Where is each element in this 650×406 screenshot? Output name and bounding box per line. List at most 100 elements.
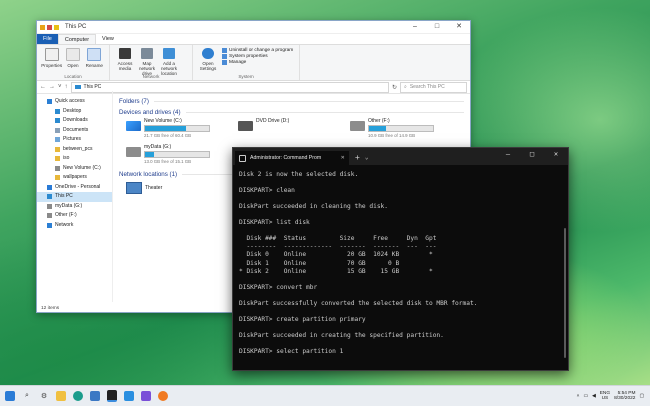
nav-item-label: between_pcs [63, 145, 93, 152]
properties-button[interactable]: Properties [41, 48, 62, 68]
notifications-icon[interactable]: ▢ [639, 394, 644, 399]
section-folders[interactable]: Folders (7) [119, 96, 464, 107]
file-explorer-icon[interactable] [56, 391, 66, 401]
clock[interactable]: 5:54 PM 8/30/2022 [614, 391, 635, 402]
download-icon [55, 118, 60, 124]
windows-start-icon[interactable] [5, 391, 15, 401]
folder-icon [40, 24, 45, 30]
terminal-line: DISKPART> list disk [239, 219, 310, 227]
edge-icon[interactable] [73, 391, 83, 401]
nav-item[interactable]: wallpapers [37, 173, 112, 183]
drive-name: myData (G:) [144, 144, 172, 150]
nav-item[interactable]: This PC [37, 192, 112, 202]
map-network-drive-button[interactable]: Map network drive [136, 48, 158, 76]
chevron-down-icon[interactable]: ˅ [58, 84, 62, 90]
terminal-line: Disk 0 Online 20 GB 1024 KB * [239, 251, 433, 259]
terminal-tab[interactable]: Administrator: Command Prom ✕ [235, 151, 349, 165]
pc-icon [74, 85, 81, 89]
uninstall-program-button[interactable]: Uninstall or change a program [222, 48, 293, 53]
nav-item-label: Pictures [63, 136, 82, 142]
media-device-icon [126, 182, 142, 194]
access-media-button[interactable]: Access media [114, 48, 136, 71]
firefox-icon[interactable] [158, 391, 168, 401]
terminal-icon[interactable] [107, 390, 117, 402]
drive-item[interactable]: New Volume (C:) 21.7 GB free of 60.4 GB [126, 118, 226, 140]
open-settings-button[interactable]: Open Settings [197, 48, 219, 71]
new-tab-button[interactable]: + [355, 153, 360, 162]
drive-item[interactable]: Other (F:) 10.9 GB free of 14.9 GB [350, 118, 450, 140]
open-button[interactable]: Open [62, 48, 83, 68]
new-folder-icon[interactable] [54, 24, 59, 30]
terminal-line: Disk 2 is now the selected disk. [239, 171, 359, 178]
nav-item[interactable]: Quick access [37, 97, 112, 107]
nav-item-label: Documents [63, 126, 89, 133]
folder-icon [55, 146, 60, 152]
terminal-line: DISKPART> create partition primary [239, 315, 366, 323]
properties-icon[interactable] [47, 24, 52, 30]
terminal-window: Administrator: Command Prom ✕ + ⌄ – □ ✕ … [232, 147, 569, 371]
picture-icon [55, 137, 60, 143]
language-indicator[interactable]: ENG US [600, 391, 610, 402]
app-icon[interactable] [141, 391, 151, 401]
nav-item[interactable]: Network [37, 221, 112, 231]
gear-icon [202, 48, 214, 59]
drive-item[interactable]: DVD Drive (D:) [238, 118, 338, 140]
up-icon[interactable]: ↑ [65, 84, 68, 90]
rename-button[interactable]: Rename [84, 48, 105, 68]
add-network-location-button[interactable]: Add a network location [158, 48, 180, 76]
terminal-line: DISKPART> convert mbr [239, 283, 318, 291]
refresh-icon[interactable]: ↻ [392, 84, 397, 91]
nav-item[interactable]: Documents [37, 126, 112, 136]
nav-item[interactable]: Downloads [37, 116, 112, 126]
search-icon[interactable]: ⌕ [22, 391, 32, 401]
network-drive-icon [141, 48, 153, 59]
network-icon [47, 222, 52, 228]
scrollbar[interactable] [564, 228, 566, 358]
nav-item[interactable]: New Volume (C:) [37, 164, 112, 174]
close-tab-icon[interactable]: ✕ [341, 155, 345, 161]
forward-icon[interactable]: → [49, 84, 55, 90]
nav-item[interactable]: Pictures [37, 135, 112, 145]
nav-item[interactable]: between_pcs [37, 145, 112, 155]
system-properties-button[interactable]: System properties [222, 54, 293, 59]
nav-item-label: iso [63, 155, 70, 161]
rename-icon [87, 48, 102, 61]
nav-item[interactable]: iso [37, 154, 112, 164]
manage-icon [222, 60, 227, 65]
section-devices[interactable]: Devices and drives (4) [119, 107, 464, 118]
store-icon[interactable] [90, 391, 100, 401]
settings-icon[interactable]: ⚙ [39, 391, 49, 401]
cloud-icon [47, 184, 52, 190]
ribbon: Properties Open Rename Location Access m… [37, 45, 470, 81]
drive-icon [47, 203, 52, 209]
nav-item[interactable]: myData (G:) [37, 202, 112, 212]
vscode-icon[interactable] [124, 391, 134, 401]
tab-view[interactable]: View [96, 34, 120, 44]
terminal-output[interactable]: Disk 2 is now the selected disk. DISKPART… [233, 165, 568, 356]
nav-item[interactable]: Other (F:) [37, 211, 112, 221]
minimize-button[interactable]: – [404, 21, 426, 33]
desktop-icon [55, 108, 60, 114]
maximize-button[interactable]: □ [520, 148, 544, 161]
back-icon[interactable]: ← [40, 84, 46, 90]
volume-icon[interactable]: ◀ [592, 394, 596, 399]
network-icon[interactable]: ▭ [583, 394, 588, 399]
nav-item[interactable]: Desktop [37, 107, 112, 117]
close-button[interactable]: ✕ [544, 148, 568, 161]
manage-button[interactable]: Manage [222, 60, 293, 65]
chevron-up-icon[interactable]: ˄ [577, 394, 580, 399]
maximize-button[interactable]: □ [426, 21, 448, 33]
drive-item[interactable]: myData (G:) 13.0 GB free of 15.1 GB [126, 144, 226, 166]
tab-computer[interactable]: Computer [57, 34, 97, 44]
tab-file[interactable]: File [37, 34, 58, 44]
chevron-down-icon[interactable]: ⌄ [365, 154, 369, 161]
terminal-line: Disk 1 Online 70 GB 0 B [239, 259, 400, 267]
taskbar: ⌕ ⚙ ˄ ▭ ◀ ENG US 5:54 PM 8/30/2022 ▢ [0, 385, 650, 406]
minimize-button[interactable]: – [496, 148, 520, 161]
close-button[interactable]: ✕ [448, 21, 470, 33]
nav-item[interactable]: OneDrive - Personal [37, 183, 112, 193]
nav-item-label: Other (F:) [55, 212, 77, 218]
drive-space-info: 10.9 GB free of 14.9 GB [368, 132, 416, 138]
